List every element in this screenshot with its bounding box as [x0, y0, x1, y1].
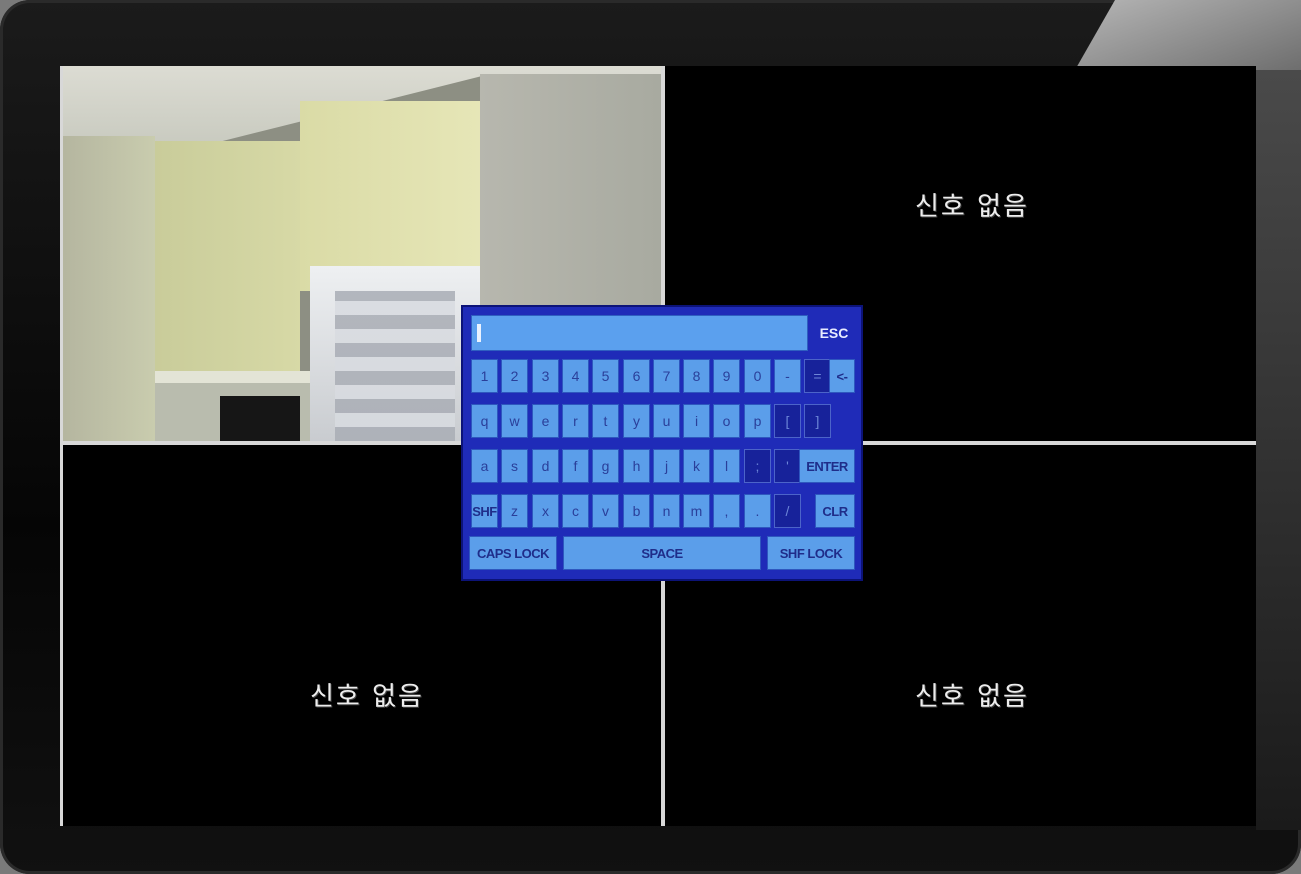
key-s[interactable]: s: [501, 449, 528, 483]
key-right-bracket[interactable]: ]: [804, 404, 831, 438]
key-n[interactable]: n: [653, 494, 680, 528]
key-backspace[interactable]: <-: [829, 359, 855, 393]
key-k[interactable]: k: [683, 449, 710, 483]
key-3[interactable]: 3: [532, 359, 559, 393]
key-comma[interactable]: ,: [713, 494, 740, 528]
key-r[interactable]: r: [562, 404, 589, 438]
key-8[interactable]: 8: [683, 359, 710, 393]
key-y[interactable]: y: [623, 404, 650, 438]
keyboard-text-input[interactable]: [471, 315, 808, 351]
key-2[interactable]: 2: [501, 359, 528, 393]
key-period[interactable]: .: [744, 494, 771, 528]
key-i[interactable]: i: [683, 404, 710, 438]
key-x[interactable]: x: [532, 494, 559, 528]
pane-divider: [60, 66, 63, 826]
text-cursor: [477, 324, 481, 342]
key-slash[interactable]: /: [774, 494, 801, 528]
no-signal-label: 신호 없음: [915, 192, 1029, 222]
key-7[interactable]: 7: [653, 359, 680, 393]
key-b[interactable]: b: [623, 494, 650, 528]
key-semicolon[interactable]: ;: [744, 449, 771, 483]
key-c[interactable]: c: [562, 494, 589, 528]
key-u[interactable]: u: [653, 404, 680, 438]
key-1[interactable]: 1: [471, 359, 498, 393]
key-t[interactable]: t: [592, 404, 619, 438]
key-6[interactable]: 6: [623, 359, 650, 393]
no-signal-label: 신호 없음: [915, 682, 1029, 712]
esc-button[interactable]: ESC: [813, 315, 855, 351]
key-v[interactable]: v: [592, 494, 619, 528]
key-space[interactable]: SPACE: [563, 536, 761, 570]
key-clr[interactable]: CLR: [815, 494, 855, 528]
key-enter[interactable]: ENTER: [799, 449, 855, 483]
key-o[interactable]: o: [713, 404, 740, 438]
bezel-side: [1256, 70, 1301, 830]
key-g[interactable]: g: [592, 449, 619, 483]
key-q[interactable]: q: [471, 404, 498, 438]
key-l[interactable]: l: [713, 449, 740, 483]
virtual-keyboard: ESC 1 2 3 4 5 6 7 8 9 0- = <- q w e r t y u i o p[] a s d f g h j k l;…: [461, 305, 863, 581]
key-m[interactable]: m: [683, 494, 710, 528]
key-j[interactable]: j: [653, 449, 680, 483]
key-p[interactable]: p: [744, 404, 771, 438]
key-f[interactable]: f: [562, 449, 589, 483]
key-5[interactable]: 5: [592, 359, 619, 393]
key-equals[interactable]: =: [804, 359, 831, 393]
key-0[interactable]: 0: [744, 359, 771, 393]
key-shf[interactable]: SHF: [471, 494, 498, 528]
key-d[interactable]: d: [532, 449, 559, 483]
key-e[interactable]: e: [532, 404, 559, 438]
key-a[interactable]: a: [471, 449, 498, 483]
key-left-bracket[interactable]: [: [774, 404, 801, 438]
key-shf-lock[interactable]: SHF LOCK: [767, 536, 855, 570]
key-minus[interactable]: -: [774, 359, 801, 393]
key-apostrophe[interactable]: ': [774, 449, 801, 483]
key-h[interactable]: h: [623, 449, 650, 483]
key-caps-lock[interactable]: CAPS LOCK: [469, 536, 557, 570]
key-9[interactable]: 9: [713, 359, 740, 393]
key-z[interactable]: z: [501, 494, 528, 528]
key-4[interactable]: 4: [562, 359, 589, 393]
key-w[interactable]: w: [501, 404, 528, 438]
no-signal-label: 신호 없음: [310, 682, 424, 712]
